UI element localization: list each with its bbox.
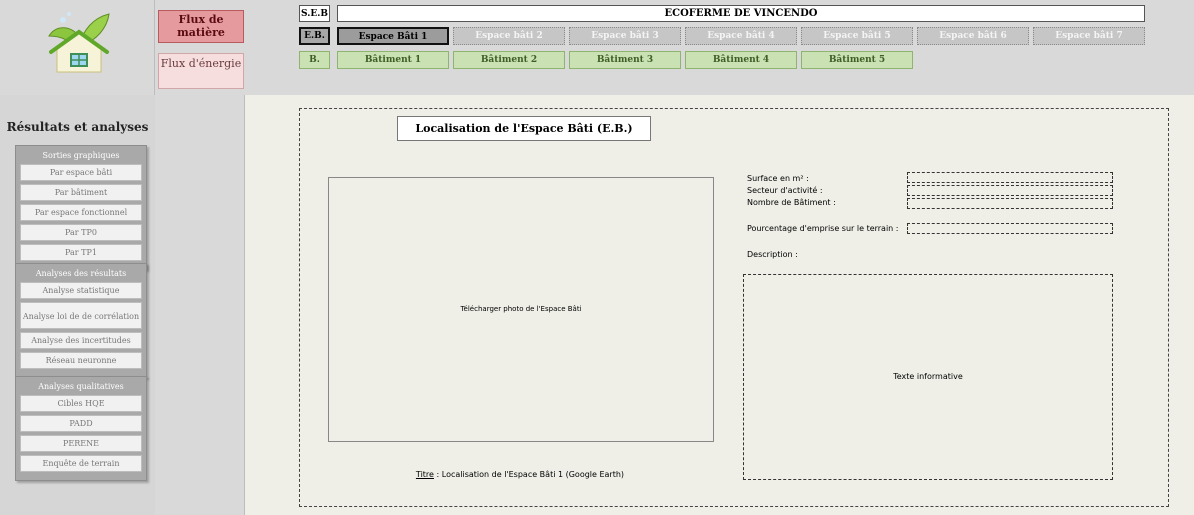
section-title: Localisation de l'Espace Bâti (E.B.) xyxy=(397,116,651,141)
flux-energie-button[interactable]: Flux d'énergie xyxy=(158,53,244,89)
logo-cell xyxy=(0,0,155,95)
page-title: ECOFERME DE VINCENDO xyxy=(337,5,1145,22)
photo-caption: Titre : Localisation de l'Espace Bâti 1 … xyxy=(330,470,710,479)
flux-matiere-button[interactable]: Flux de matière xyxy=(158,10,244,43)
description-placeholder: Texte informative xyxy=(893,372,963,381)
seb-code: S.E.B xyxy=(299,5,330,22)
tab-espace-bati-1[interactable]: Espace Bâti 1 xyxy=(337,27,449,45)
secteur-field[interactable] xyxy=(907,185,1113,196)
description-label: Description : xyxy=(747,250,798,259)
nav-padd[interactable]: PADD xyxy=(20,415,142,432)
tab-espace-bati-5[interactable]: Espace bâti 5 xyxy=(801,27,913,45)
nombre-batiment-field[interactable] xyxy=(907,198,1113,209)
tab-batiment-4[interactable]: Bâtiment 4 xyxy=(685,51,797,69)
tab-espace-bati-6[interactable]: Espace bâti 6 xyxy=(917,27,1029,45)
emprise-label: Pourcentage d'emprise sur le terrain : xyxy=(747,224,899,233)
tab-espace-bati-2[interactable]: Espace bâti 2 xyxy=(453,27,565,45)
nav-par-tp1[interactable]: Par TP1 xyxy=(20,244,142,261)
photo-placeholder-text: Télécharger photo de l'Espace Bâti xyxy=(460,305,582,313)
nav-par-tp0[interactable]: Par TP0 xyxy=(20,224,142,241)
b-code: B. xyxy=(299,51,330,69)
emprise-field[interactable] xyxy=(907,223,1113,234)
tab-batiment-2[interactable]: Bâtiment 2 xyxy=(453,51,565,69)
photo-upload-area[interactable]: Télécharger photo de l'Espace Bâti xyxy=(328,177,714,442)
nav-analyse-correlation[interactable]: Analyse loi de de corrélation xyxy=(20,302,142,329)
nav-cibles-hqe[interactable]: Cibles HQE xyxy=(20,395,142,412)
group-title: Sorties graphiques xyxy=(42,151,120,160)
tab-espace-bati-7[interactable]: Espace bâti 7 xyxy=(1033,27,1145,45)
tab-batiment-3[interactable]: Bâtiment 3 xyxy=(569,51,681,69)
group-analyses-qualitatives: Analyses qualitatives Cibles HQE PADD PE… xyxy=(15,376,147,481)
middle-column xyxy=(155,95,245,515)
nav-par-espace-fonctionnel[interactable]: Par espace fonctionnel xyxy=(20,204,142,221)
eb-code: E.B. xyxy=(299,27,330,45)
tab-espace-bati-3[interactable]: Espace bâti 3 xyxy=(569,27,681,45)
group-sorties-graphiques: Sorties graphiques Par espace bâti Par b… xyxy=(15,145,147,270)
tab-espace-bati-4[interactable]: Espace bâti 4 xyxy=(685,27,797,45)
caption-label: Titre xyxy=(415,470,434,479)
nav-par-batiment[interactable]: Par bâtiment xyxy=(20,184,142,201)
group-title: Analyses qualitatives xyxy=(38,382,124,391)
surface-label: Surface en m² : xyxy=(747,174,809,183)
nav-reseau-neuronne[interactable]: Réseau neuronne xyxy=(20,352,142,369)
description-textarea[interactable]: Texte informative xyxy=(743,274,1113,480)
group-analyses-resultats: Analyses des résultats Analyse statistiq… xyxy=(15,263,147,378)
nav-par-espace-bati[interactable]: Par espace bâti xyxy=(20,164,142,181)
group-title: Analyses des résultats xyxy=(35,269,127,278)
tab-batiment-5[interactable]: Bâtiment 5 xyxy=(801,51,913,69)
nav-analyse-incertitudes[interactable]: Analyse des incertitudes xyxy=(20,332,142,349)
secteur-label: Secteur d'activité : xyxy=(747,186,823,195)
surface-field[interactable] xyxy=(907,172,1113,183)
tab-batiment-1[interactable]: Bâtiment 1 xyxy=(337,51,449,69)
eco-house-logo xyxy=(43,6,115,78)
nav-perene[interactable]: PERENE xyxy=(20,435,142,452)
caption-text: : Localisation de l'Espace Bâti 1 (Googl… xyxy=(433,470,625,479)
nav-enquete-terrain[interactable]: Enquête de terrain xyxy=(20,455,142,472)
nombre-batiment-label: Nombre de Bâtiment : xyxy=(747,198,836,207)
panel-title: Résultats et analyses xyxy=(6,120,149,134)
nav-analyse-statistique[interactable]: Analyse statistique xyxy=(20,282,142,299)
